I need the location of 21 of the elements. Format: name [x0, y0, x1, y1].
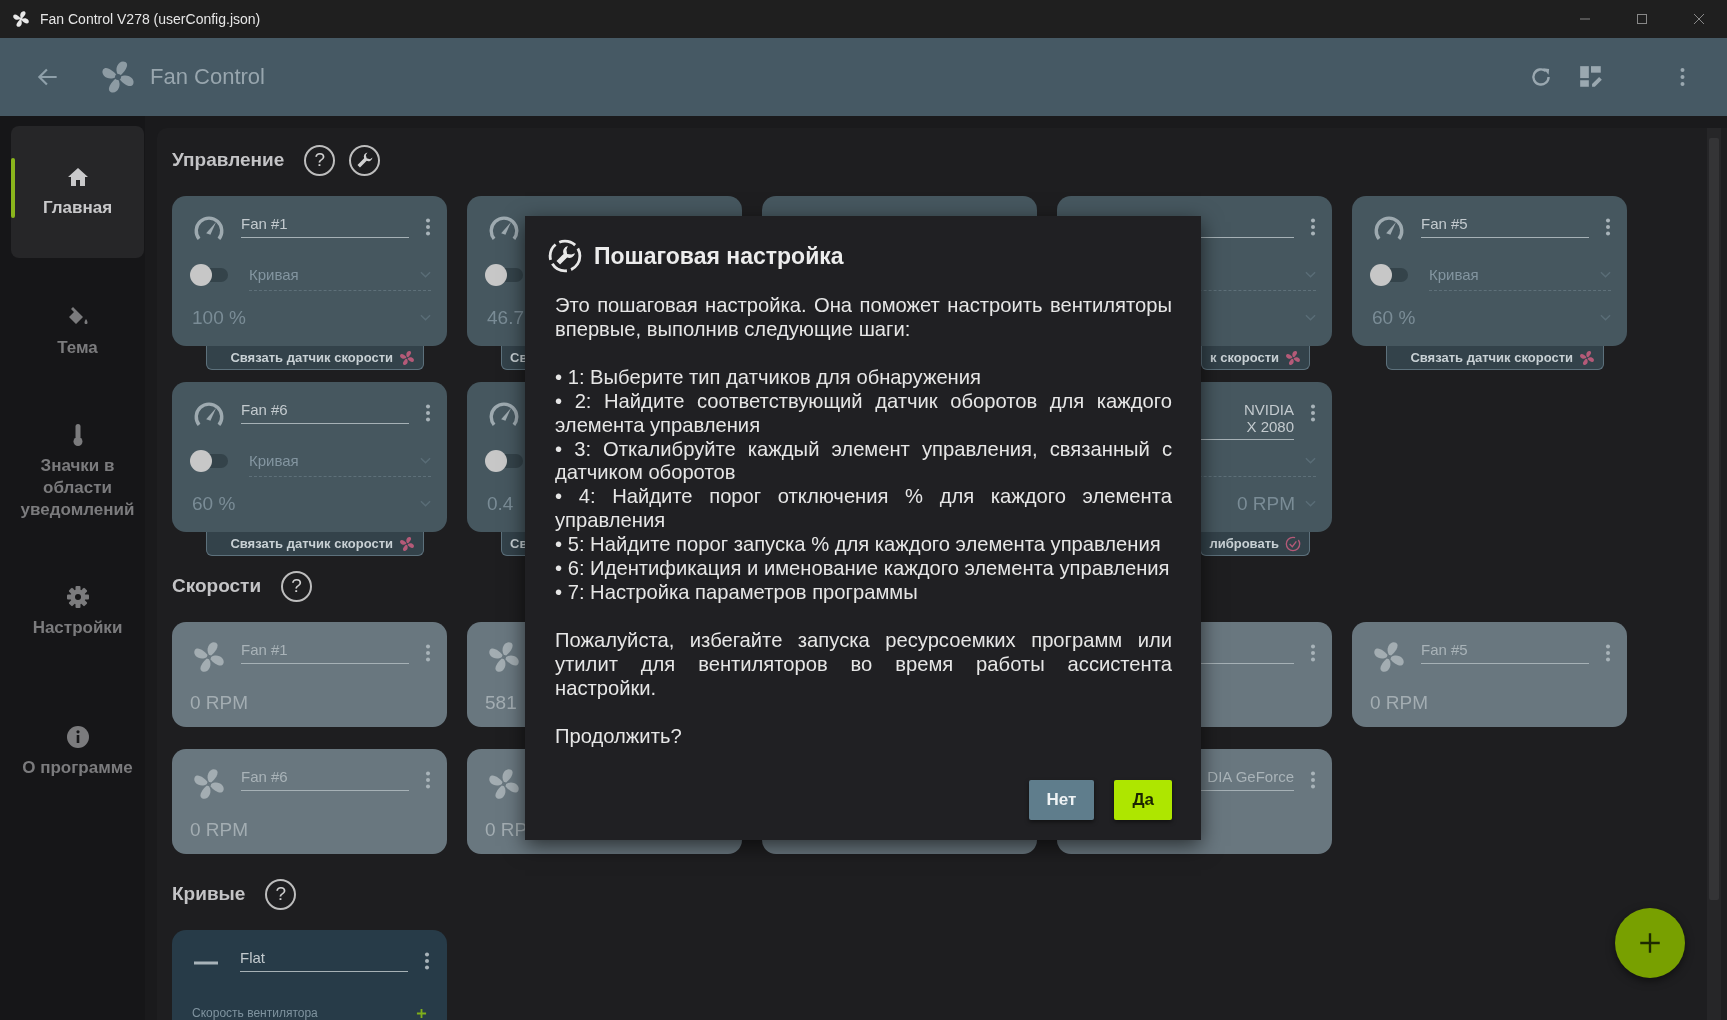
- app-title: Fan Control: [150, 64, 265, 90]
- step-text: • 4: Найдите порог отключения % для каждого элемента управления: [555, 485, 1172, 534]
- curve-input-label: Скорость вентилятора: [192, 1006, 318, 1020]
- dialog-text: Пожалуйста, избегайте запуска ресурсоемких программ или утилит для вентиляторов во время работы ассистента настройки.: [555, 628, 1172, 701]
- speed-reading: 0 RPM: [190, 692, 250, 714]
- dialog-text: Это пошаговая настройка. Она поможет настроить вентиляторы впервые, выполнив следующие шаги:: [555, 294, 1172, 342]
- step-text: • 3: Откалибруйте каждый элемент управления, связанный с датчиком оборотов: [555, 437, 1172, 486]
- window-title: Fan Control V278 (userConfig.json): [40, 11, 261, 27]
- speed-reading: 0 RPM: [190, 819, 250, 841]
- speed-reading: 581: [485, 692, 518, 714]
- step-text: • 1: Выберите тип датчиков для обнаружения: [555, 365, 982, 390]
- dialog-title: Пошаговая настройка: [594, 242, 844, 270]
- section-title: Управление: [172, 149, 285, 171]
- section-title: Скорости: [172, 575, 262, 597]
- dialog-question: Продолжить?: [555, 724, 683, 749]
- step-text: • 7: Настройка параметров программы: [555, 580, 919, 605]
- step-text: • 6: Идентификация и именование каждого элемента управления: [555, 557, 1171, 581]
- section-title: Кривые: [172, 883, 246, 905]
- speed-reading: 0 RP: [485, 819, 529, 841]
- step-text: • 5: Найдите порог запуска % для каждого элемента управления: [555, 533, 1162, 558]
- speed-reading: 0 RPM: [1370, 692, 1430, 714]
